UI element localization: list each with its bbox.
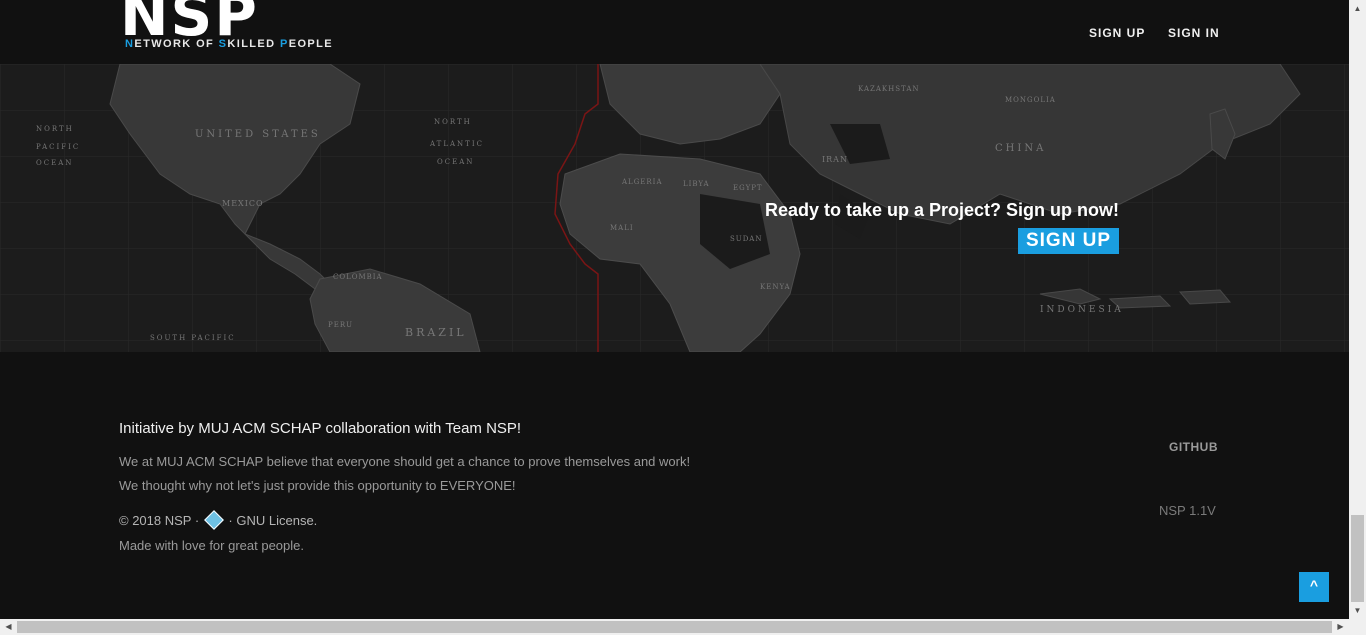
logo-tagline-part: KILLED [227,38,280,50]
svg-text:MEXICO: MEXICO [222,199,264,208]
svg-text:PERU: PERU [328,321,353,329]
svg-text:CHINA: CHINA [995,143,1046,154]
map-label: UNITED STATES [195,129,321,140]
footer-made-with: Made with love for great people. [119,538,304,553]
svg-text:NORTH: NORTH [36,125,74,133]
svg-text:ATLANTIC: ATLANTIC [429,140,484,148]
github-link[interactable]: GITHUB [1169,440,1218,454]
acm-logo-icon [203,510,224,530]
logo-tagline-part: N [125,38,135,50]
footer-description-line-1: We at MUJ ACM SCHAP believe that everyon… [119,454,691,469]
svg-text:NORTH: NORTH [434,118,472,126]
svg-text:COLOMBIA: COLOMBIA [333,273,383,281]
svg-text:SUDAN: SUDAN [730,235,763,243]
world-map-banner: UNITED STATES MEXICO COLOMBIA BRAZIL PER… [0,64,1349,352]
svg-text:MONGOLIA: MONGOLIA [1005,96,1056,104]
footer-description-line-2: We thought why not let's just provide th… [119,478,516,493]
svg-text:KENYA: KENYA [760,283,791,291]
svg-text:OCEAN: OCEAN [437,158,474,166]
logo-tagline-part: ETWORK OF [134,38,219,50]
horizontal-scrollbar-thumb[interactable] [17,621,1332,633]
version-label: NSP 1.1V [1159,503,1216,518]
svg-text:EGYPT: EGYPT [733,184,763,192]
svg-text:PACIFIC: PACIFIC [36,143,80,151]
svg-text:INDONESIA: INDONESIA [1040,305,1124,315]
copyright-text: © 2018 NSP · [119,513,200,528]
svg-text:IRAN: IRAN [822,155,848,164]
svg-text:MALI: MALI [610,224,634,232]
license-text: · GNU License. [228,513,318,528]
scroll-left-arrow-icon[interactable]: ◀ [0,619,17,635]
nav-sign-up-link[interactable]: SIGN UP [1089,26,1145,40]
svg-text:LIBYA: LIBYA [683,180,710,188]
logo-tagline: NETWORK OF SKILLED PEOPLE [125,38,385,50]
svg-text:SOUTH PACIFIC: SOUTH PACIFIC [150,334,236,342]
svg-text:KAZAKHSTAN: KAZAKHSTAN [858,85,920,93]
banner-sign-up-button[interactable]: SIGN UP [1018,228,1119,254]
cta-heading: Ready to take up a Project? Sign up now! [764,200,1119,220]
scroll-up-arrow-icon[interactable]: ▲ [1349,0,1366,17]
nav-sign-in-link[interactable]: SIGN IN [1168,26,1220,40]
site-header: NSP NETWORK OF SKILLED PEOPLE SIGN UP SI… [0,0,1349,64]
logo-tagline-part: P [279,38,289,50]
svg-text:ALGERIA: ALGERIA [621,178,663,186]
vertical-scrollbar-thumb[interactable] [1351,515,1364,602]
svg-text:OCEAN: OCEAN [36,159,73,167]
world-map-graphic: UNITED STATES MEXICO COLOMBIA BRAZIL PER… [0,64,1349,352]
footer-copyright: © 2018 NSP · · GNU License. [119,510,318,530]
svg-text:BRAZIL: BRAZIL [405,326,467,339]
site-footer: Initiative by MUJ ACM SCHAP collaboratio… [0,352,1349,619]
site-logo[interactable]: NSP NETWORK OF SKILLED PEOPLE [120,0,332,50]
back-to-top-button[interactable]: ^ [1299,572,1329,602]
logo-tagline-part: EOPLE [288,38,334,50]
scroll-right-arrow-icon[interactable]: ▶ [1332,619,1349,635]
footer-title: Initiative by MUJ ACM SCHAP collaboratio… [119,420,522,437]
scroll-down-arrow-icon[interactable]: ▼ [1349,602,1366,619]
